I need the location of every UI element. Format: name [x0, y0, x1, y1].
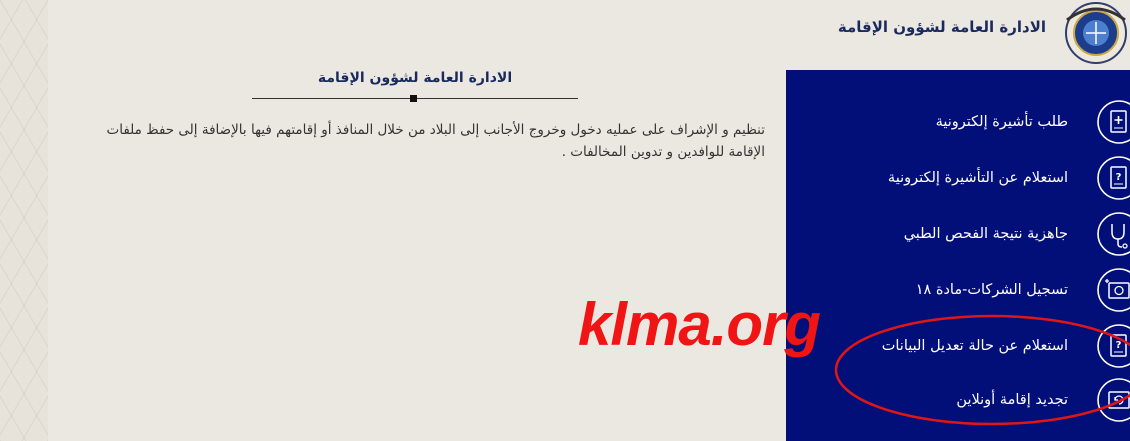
header-title: الادارة العامة لشؤون الإقامة	[837, 18, 1046, 36]
sidebar-item-label: تسجيل الشركات-مادة ١٨	[915, 282, 1068, 298]
department-description: تنظيم و الإشراف على عمليه دخول وخروج الأ…	[106, 122, 766, 160]
sidebar-item-medical-exam-result[interactable]: جاهزية نتيجة الفحص الطبي	[786, 206, 1130, 262]
company-registration-icon	[1096, 267, 1130, 313]
decorative-pattern	[0, 0, 48, 441]
sidebar-item-label: جاهزية نتيجة الفحص الطبي	[903, 226, 1068, 242]
sidebar-item-label: استعلام عن التأشيرة إلكترونية	[887, 170, 1068, 186]
stethoscope-icon	[1096, 211, 1130, 257]
section-title: الادارة العامة لشؤون الإقامة	[317, 70, 513, 86]
svg-text:?: ?	[1116, 172, 1122, 183]
divider-marker	[410, 95, 417, 102]
document-plus-icon	[1096, 99, 1130, 145]
sidebar-item-company-registration[interactable]: تسجيل الشركات-مادة ١٨	[786, 262, 1130, 318]
sidebar-item-label: طلب تأشيرة إلكترونية	[935, 114, 1068, 130]
residency-affairs-seal-icon[interactable]	[1064, 0, 1128, 66]
watermark: klma.org	[578, 291, 821, 358]
sidebar-item-e-visa-inquiry[interactable]: استعلام عن التأشيرة إلكترونية ?	[786, 150, 1130, 206]
document-question-icon: ?	[1096, 155, 1130, 201]
sidebar-item-e-visa-request[interactable]: طلب تأشيرة إلكترونية	[786, 94, 1130, 150]
highlight-circle	[834, 314, 1130, 426]
